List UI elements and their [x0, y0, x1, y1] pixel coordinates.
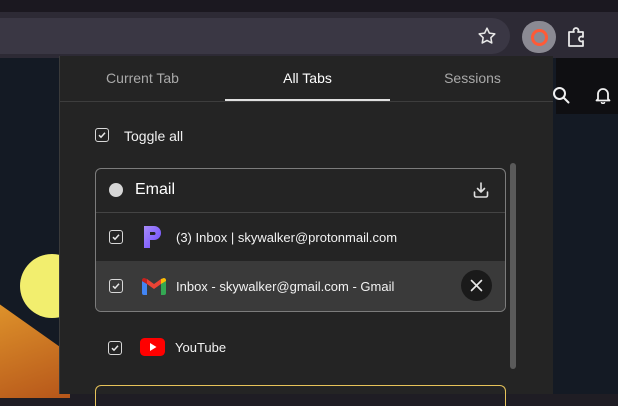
group-header[interactable]: Email: [96, 169, 505, 213]
tab-row[interactable]: YouTube: [95, 332, 504, 364]
scrollbar[interactable]: [510, 163, 516, 369]
close-icon: [470, 279, 483, 292]
tab-checkbox[interactable]: [109, 230, 123, 244]
tab-title: (3) Inbox | skywalker@protonmail.com: [176, 230, 398, 245]
tab-title: YouTube: [175, 340, 227, 355]
toggle-all-checkbox[interactable]: [95, 128, 109, 142]
window-top-strip: [0, 0, 618, 12]
tab-sessions[interactable]: Sessions: [390, 70, 555, 86]
puzzle-icon[interactable]: [562, 23, 590, 51]
proton-mail-icon: [142, 224, 164, 248]
group-title: Email: [135, 181, 176, 198]
toggle-all-label: Toggle all: [124, 128, 184, 144]
extension-ring-icon: [531, 29, 548, 46]
tab-current-tab[interactable]: Current Tab: [60, 70, 225, 86]
tab-checkbox[interactable]: [109, 279, 123, 293]
popup-tab-bar: Current Tab All Tabs Sessions: [60, 56, 553, 102]
tab-group-partial: [95, 385, 506, 406]
youtube-icon: [140, 338, 165, 356]
tab-group-email: Email (3) Inbox | skywalker@protonmail.c…: [95, 168, 506, 312]
star-icon[interactable]: [476, 25, 498, 47]
group-color-dot: [109, 183, 123, 197]
tab-row[interactable]: (3) Inbox | skywalker@protonmail.com: [96, 213, 505, 261]
tab-manager-extension-button[interactable]: [522, 21, 556, 53]
gmail-icon: [142, 277, 166, 295]
tab-all-tabs[interactable]: All Tabs: [225, 70, 390, 86]
bell-icon: [595, 86, 611, 105]
tab-manager-popup: Current Tab All Tabs Sessions Toggle all…: [59, 56, 553, 406]
tab-row[interactable]: Inbox - skywalker@gmail.com - Gmail: [96, 261, 505, 311]
active-tab-indicator: [225, 99, 390, 101]
tab-checkbox[interactable]: [108, 341, 122, 355]
tab-title: Inbox - skywalker@gmail.com - Gmail: [176, 279, 395, 294]
address-bar[interactable]: [0, 18, 510, 54]
close-tab-button[interactable]: [461, 270, 492, 301]
search-icon: [552, 86, 570, 104]
download-icon[interactable]: [472, 181, 490, 199]
